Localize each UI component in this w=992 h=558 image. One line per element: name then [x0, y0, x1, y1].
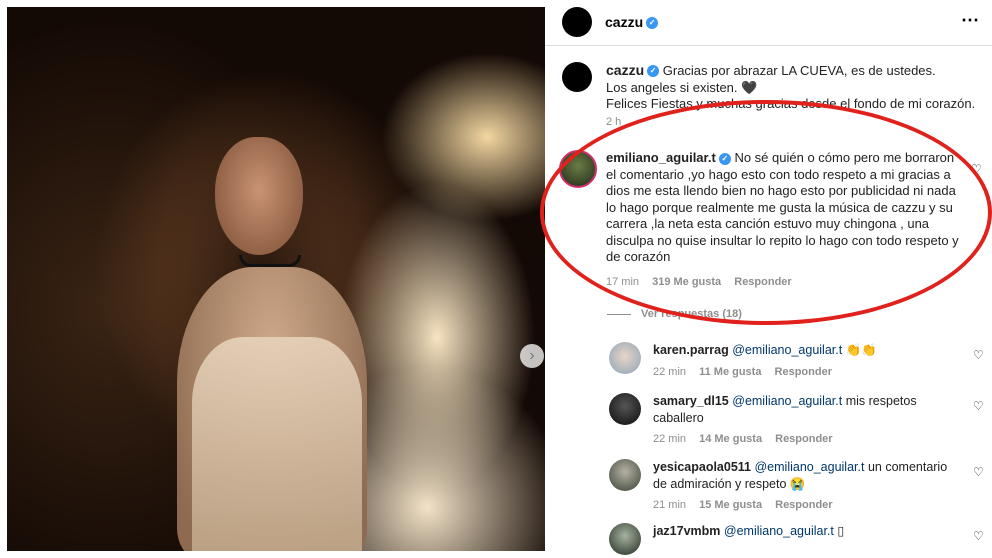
photo-subject-choker [239, 255, 301, 267]
reply-mention[interactable]: @emiliano_aguilar.t [732, 343, 842, 357]
reply-item: samary_dl15 @emiliano_aguilar.t mis resp… [609, 393, 989, 448]
like-heart-icon[interactable]: ♡ [971, 162, 982, 176]
like-heart-icon[interactable]: ♡ [973, 399, 984, 413]
post-side-panel: cazzu ✓ ⋯ cazzu ✓ Gracias por abrazar LA C… [545, 0, 992, 558]
reply-avatar[interactable] [609, 523, 641, 555]
reply-meta: 22 min 11 Me gusta Responder [653, 364, 953, 381]
reply-avatar[interactable] [609, 459, 641, 491]
reply-mention[interactable]: @emiliano_aguilar.t [754, 460, 864, 474]
comment-time: 17 min [606, 275, 640, 288]
photo-subject-dress [192, 337, 362, 551]
reply-meta: 22 min 14 Me gusta Responder [653, 431, 953, 448]
reply-time: 21 min [653, 499, 687, 511]
view-replies-label: Ver respuestas (18) [641, 308, 742, 320]
like-heart-icon[interactable]: ♡ [973, 348, 984, 362]
comment-meta: 17 min 319 Me gusta Responder [606, 274, 966, 291]
caption-text: cazzu ✓ Gracias por abrazar LA CUEVA, es … [606, 62, 982, 113]
post-caption: cazzu ✓ Gracias por abrazar LA CUEVA, es … [562, 62, 982, 128]
reply-text: ▯ [837, 524, 845, 538]
reply-avatar[interactable] [609, 342, 641, 374]
reply-item: karen.parrag @emiliano_aguilar.t 👏👏 22 m… [609, 342, 989, 380]
post-header: cazzu ✓ ⋯ [545, 0, 992, 46]
author-username[interactable]: cazzu ✓ [605, 14, 659, 30]
reply-item: yesicapaola0511 @emiliano_aguilar.t un c… [609, 459, 989, 514]
reply-button[interactable]: Responder [775, 366, 832, 378]
reply-likes[interactable]: 15 Me gusta [699, 499, 762, 511]
reply-likes[interactable]: 14 Me gusta [699, 433, 762, 445]
comment-likes[interactable]: 319 Me gusta [652, 276, 721, 288]
commenter-avatar[interactable] [559, 150, 597, 188]
caption-line-3: Felices Fiestas y muchas gracias desde e… [606, 96, 976, 111]
caption-timestamp: 2 h [606, 115, 622, 128]
reply-button[interactable]: Responder [734, 276, 791, 288]
verified-icon: ✓ [646, 17, 659, 30]
reply-time: 22 min [653, 433, 687, 445]
author-avatar[interactable] [562, 7, 592, 37]
reply-body: samary_dl15 @emiliano_aguilar.t mis resp… [653, 393, 953, 448]
divider-line [607, 313, 631, 315]
like-heart-icon[interactable]: ♡ [973, 465, 984, 479]
reply-username[interactable]: yesicapaola0511 [653, 460, 751, 474]
reply-meta: 21 min 15 Me gusta Responder [653, 497, 953, 514]
reply-body: karen.parrag @emiliano_aguilar.t 👏👏 22 m… [653, 342, 953, 380]
reply-avatar[interactable] [609, 393, 641, 425]
caption-username[interactable]: cazzu ✓ [606, 62, 660, 78]
like-heart-icon[interactable]: ♡ [973, 529, 984, 543]
more-options-icon[interactable]: ⋯ [961, 10, 980, 31]
verified-icon: ✓ [647, 65, 660, 78]
reply-username[interactable]: jaz17vmbm [653, 524, 720, 538]
reply-text: 👏👏 [845, 343, 877, 357]
post-photo[interactable]: › [7, 7, 545, 551]
main-comment: emiliano_aguilar.t ✓ No sé quién o cómo p… [559, 150, 989, 290]
comment-username[interactable]: emiliano_aguilar.t ✓ [606, 150, 731, 165]
reply-likes[interactable]: 11 Me gusta [699, 366, 761, 378]
reply-mention[interactable]: @emiliano_aguilar.t [732, 394, 842, 408]
reply-button[interactable]: Responder [775, 433, 832, 445]
main-comment-body: emiliano_aguilar.t ✓ No sé quién o cómo p… [606, 150, 966, 290]
photo-subject-face [215, 137, 303, 255]
reply-username[interactable]: samary_dl15 [653, 394, 729, 408]
view-replies-button[interactable]: Ver respuestas (18) [607, 308, 742, 320]
reply-username[interactable]: karen.parrag [653, 343, 729, 357]
reply-item: jaz17vmbm @emiliano_aguilar.t ▯ ♡ [609, 523, 989, 555]
reply-body: jaz17vmbm @emiliano_aguilar.t ▯ [653, 523, 953, 540]
caption-author-avatar[interactable] [562, 62, 592, 92]
reply-time: 22 min [653, 365, 687, 378]
next-photo-button[interactable]: › [520, 344, 544, 368]
comment-text: No sé quién o cómo pero me borraron el c… [606, 150, 959, 264]
caption-line-2: Los angeles si existen. 🖤 [606, 79, 758, 95]
reply-body: yesicapaola0511 @emiliano_aguilar.t un c… [653, 459, 953, 514]
reply-button[interactable]: Responder [775, 499, 832, 511]
reply-mention[interactable]: @emiliano_aguilar.t [724, 524, 834, 538]
caption-line-1: Gracias por abrazar LA CUEVA, es de uste… [662, 63, 936, 78]
verified-icon: ✓ [718, 152, 731, 165]
